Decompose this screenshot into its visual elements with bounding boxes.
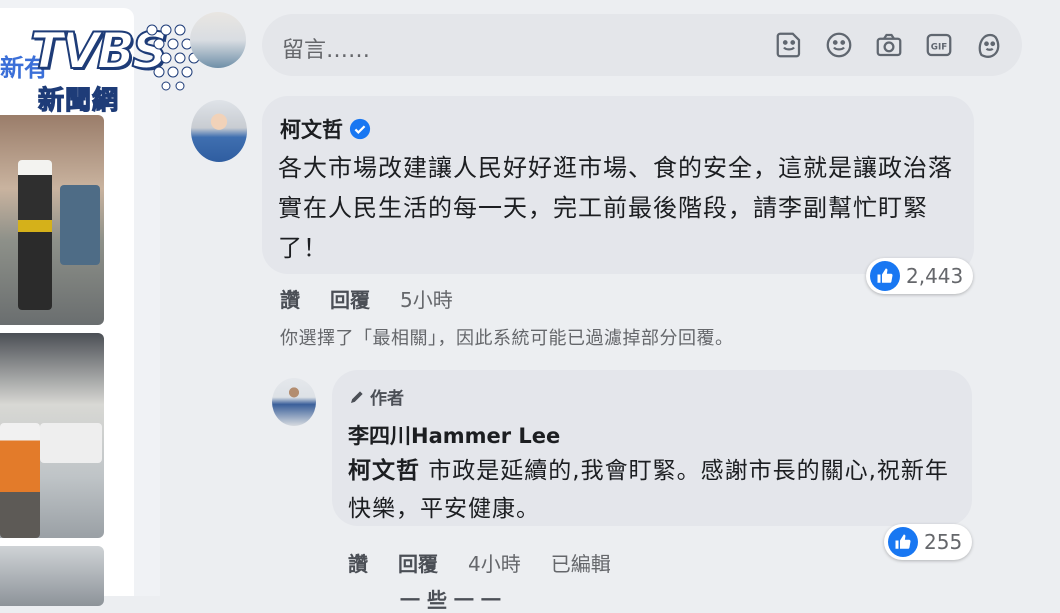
reply-timestamp[interactable]: 4小時 (468, 548, 521, 577)
pencil-icon (351, 390, 363, 403)
reply-author-name[interactable]: 李四川Hammer Lee (348, 420, 560, 450)
filter-notice: 你選擇了「最相關」，因此系統可能已過濾掉部分回覆。 (280, 328, 734, 349)
comment-input-placeholder: 留言…… (282, 38, 371, 63)
comment-timestamp[interactable]: 5小時 (400, 284, 453, 313)
comment-text: 各大市場改建讓人民好好逛市場、食的安全，這就是讓政治落實在人民生活的每一天，完工… (278, 154, 953, 262)
reply-reactions[interactable]: 255 (884, 524, 973, 560)
comment-input[interactable]: 留言…… GIF (262, 14, 1022, 76)
composer-tools: GIF (774, 30, 1004, 60)
avatar-sticker-icon[interactable] (974, 30, 1004, 60)
like-icon (870, 261, 900, 291)
reply-reaction-count: 255 (924, 530, 963, 554)
thumbnail-image[interactable] (0, 115, 104, 325)
comment-bubble: 柯文哲 各大市場改建讓人民好好逛市場、食的安全，這就是讓政治落實在人民生活的每一… (262, 96, 974, 274)
emoji-icon[interactable] (824, 30, 854, 60)
comment-author[interactable]: 柯文哲 (280, 114, 371, 144)
mention-link[interactable]: 柯文哲 (348, 458, 420, 484)
verified-badge-icon (349, 118, 371, 140)
thumbnail-image[interactable] (0, 333, 104, 538)
comment-actions: 讚 回覆 5小時 (280, 284, 453, 313)
author-tag: 作者 (348, 384, 404, 409)
svg-text:GIF: GIF (931, 42, 947, 52)
sticker-icon[interactable] (774, 30, 804, 60)
like-button[interactable]: 讚 (280, 284, 300, 313)
camera-icon[interactable] (874, 30, 904, 60)
reply-button[interactable]: 回覆 (398, 548, 438, 577)
gif-icon[interactable]: GIF (924, 30, 954, 60)
reply-actions: 讚 回覆 4小時 已編輯 (348, 548, 611, 577)
author-tag-label: 作者 (370, 389, 404, 409)
reply-body: 市政是延續的,我會盯緊。感謝市長的關心,祝新年快樂，平安健康。 (348, 458, 949, 522)
tvbs-logo: TVBS 新聞網 (29, 20, 210, 117)
like-icon (888, 527, 918, 557)
reply-bubble: 作者 李四川Hammer Lee 柯文哲 市政是延續的,我會盯緊。感謝市長的關心… (332, 370, 972, 526)
like-button[interactable]: 讚 (348, 548, 368, 577)
comment-author-name[interactable]: 柯文哲 (280, 114, 343, 144)
edited-label[interactable]: 已編輯 (551, 548, 611, 577)
commenter-avatar[interactable] (191, 100, 247, 162)
thumbnail-image[interactable] (0, 546, 104, 606)
reply-text: 柯文哲 市政是延續的,我會盯緊。感謝市長的關心,祝新年快樂，平安健康。 (348, 452, 958, 528)
truncated-next-text: 一 些 一 一 (400, 588, 501, 612)
current-user-avatar[interactable] (190, 12, 246, 68)
reaction-count: 2,443 (906, 264, 964, 288)
reply-author-avatar[interactable] (272, 378, 316, 426)
comment-reactions[interactable]: 2,443 (866, 258, 974, 294)
reply-button[interactable]: 回覆 (330, 284, 370, 313)
logo-subtitle: 新聞網 (37, 85, 120, 116)
